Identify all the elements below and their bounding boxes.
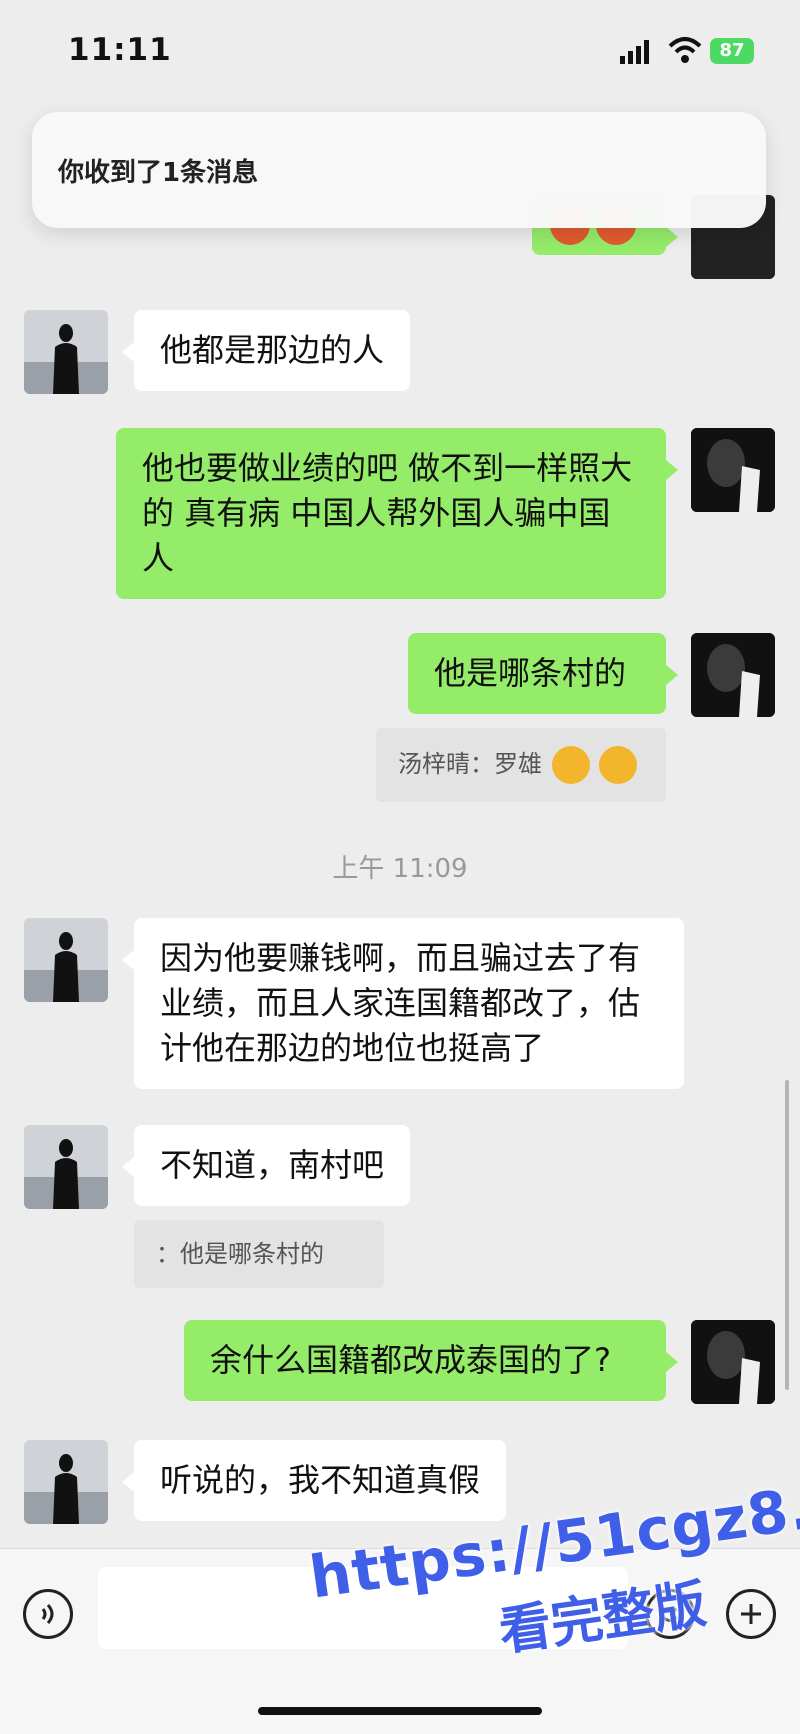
received-message[interactable]: 听说的，我不知道真假 — [121, 1440, 507, 1521]
status-bar: 11:11 87 — [0, 0, 800, 100]
quoted-message[interactable]: 汤梓晴：罗雄 — [376, 728, 666, 802]
quote-text: 汤梓晴：罗雄 — [398, 750, 542, 778]
sent-message[interactable]: 他是哪条村的 — [408, 633, 678, 714]
voice-icon — [41, 1604, 54, 1624]
notification-text: 你收到了1条消息 — [58, 158, 259, 188]
battery-icon: 87 — [710, 38, 754, 64]
received-message[interactable]: 不知道，南村吧 — [121, 1125, 411, 1206]
chat-thread[interactable]: 他都是那边的人 他也要做业绩的吧 做不到一样照大的 真有病 中国人帮外国人骗中国… — [0, 160, 800, 1550]
message-notification[interactable]: 你收到了1条消息 — [32, 112, 766, 228]
signal-icon — [620, 40, 649, 64]
wifi-icon — [668, 37, 702, 63]
avatar[interactable] — [691, 633, 775, 717]
status-time: 11:11 — [68, 32, 172, 68]
quoted-message[interactable]: ：他是哪条村的 — [134, 1220, 384, 1288]
avatar[interactable] — [24, 310, 108, 394]
avatar[interactable] — [24, 918, 108, 1002]
shushing-face-icon — [599, 746, 638, 784]
received-message[interactable]: 他都是那边的人 — [121, 310, 411, 391]
avatar[interactable] — [691, 428, 775, 512]
voice-button[interactable] — [23, 1589, 73, 1639]
avatar[interactable] — [691, 1320, 775, 1404]
avatar[interactable] — [24, 1440, 108, 1524]
home-indicator[interactable] — [258, 1707, 542, 1715]
chat-scrollbar[interactable] — [785, 1080, 789, 1390]
shushing-face-icon — [551, 746, 590, 784]
sent-message[interactable]: 余什么国籍都改成泰国的了? — [184, 1320, 678, 1401]
avatar[interactable] — [24, 1125, 108, 1209]
sent-message[interactable]: 他也要做业绩的吧 做不到一样照大的 真有病 中国人帮外国人骗中国人 — [116, 428, 678, 599]
message-timestamp: 上午 11:09 — [332, 854, 468, 884]
received-message[interactable]: 因为他要赚钱啊，而且骗过去了有业绩，而且人家连国籍都改了，估计他在那边的地位也挺… — [122, 918, 684, 1089]
